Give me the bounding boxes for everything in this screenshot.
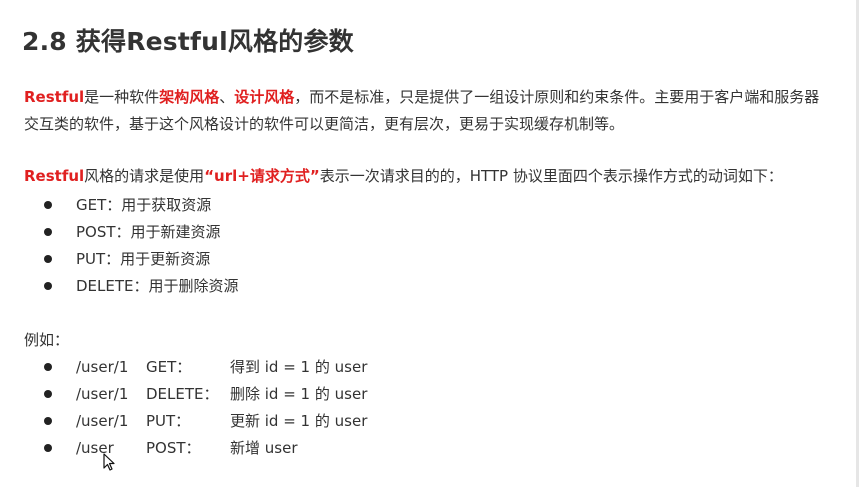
bullet-icon <box>44 363 52 371</box>
example-desc: 新增 user <box>230 439 298 457</box>
mouse-pointer-icon <box>103 453 115 471</box>
intro-lead: Restful <box>24 88 85 106</box>
example-desc: 更新 id = 1 的 user <box>230 412 368 430</box>
example-method: DELETE： <box>146 385 219 403</box>
slide: 2.8 获得Restful风格的参数 Restful是一种软件架构风格、设计风格… <box>0 0 859 487</box>
verb-list: GET：用于获取资源 POST：用于新建资源 PUT：用于更新资源 DELETE… <box>44 192 239 300</box>
request-emphasis: “url+请求方式” <box>204 167 320 185</box>
bullet-icon <box>44 417 52 425</box>
list-item: /user/1 GET： 得到 id = 1 的 user <box>44 354 367 381</box>
verb-put: PUT：用于更新资源 <box>76 250 211 268</box>
verb-get: GET：用于获取资源 <box>76 196 212 214</box>
verb-delete: DELETE：用于删除资源 <box>76 277 239 295</box>
list-item: /user POST： 新增 user <box>44 435 367 462</box>
request-text-1: 风格的请求是使用 <box>84 167 205 185</box>
list-item: POST：用于新建资源 <box>44 219 239 246</box>
example-method: POST： <box>146 439 201 457</box>
example-path: /user/1 <box>76 385 129 403</box>
intro-paragraph: Restful是一种软件架构风格、设计风格，而不是标准，只是提供了一组设计原则和… <box>24 84 824 138</box>
intro-text-2: 、 <box>219 88 235 106</box>
bullet-icon <box>44 390 52 398</box>
request-description: Restful风格的请求是使用“url+请求方式”表示一次请求目的的，HTTP … <box>24 163 824 190</box>
list-item: DELETE：用于删除资源 <box>44 273 239 300</box>
intro-text-1: 是一种软件 <box>84 88 160 106</box>
bullet-icon <box>44 444 52 452</box>
example-label: 例如： <box>24 331 70 349</box>
intro-emphasis-1: 架构风格 <box>159 88 220 106</box>
intro-emphasis-2: 设计风格 <box>234 88 295 106</box>
list-item: /user/1 DELETE： 删除 id = 1 的 user <box>44 381 367 408</box>
example-desc: 得到 id = 1 的 user <box>230 358 368 376</box>
bullet-icon <box>44 201 52 209</box>
list-item: GET：用于获取资源 <box>44 192 239 219</box>
example-desc: 删除 id = 1 的 user <box>230 385 368 403</box>
example-list: /user/1 GET： 得到 id = 1 的 user /user/1 DELET… <box>44 354 367 462</box>
example-path: /user/1 <box>76 412 129 430</box>
example-path: /user/1 <box>76 358 129 376</box>
example-method: GET： <box>146 358 192 376</box>
list-item: /user/1 PUT： 更新 id = 1 的 user <box>44 408 367 435</box>
request-lead: Restful <box>24 167 85 185</box>
bullet-icon <box>44 282 52 290</box>
bullet-icon <box>44 228 52 236</box>
example-method: PUT： <box>146 412 191 430</box>
bullet-icon <box>44 255 52 263</box>
page-title: 2.8 获得Restful风格的参数 <box>22 27 354 56</box>
list-item: PUT：用于更新资源 <box>44 246 239 273</box>
request-text-2: 表示一次请求目的的，HTTP 协议里面四个表示操作方式的动词如下： <box>319 167 783 185</box>
verb-post: POST：用于新建资源 <box>76 223 221 241</box>
